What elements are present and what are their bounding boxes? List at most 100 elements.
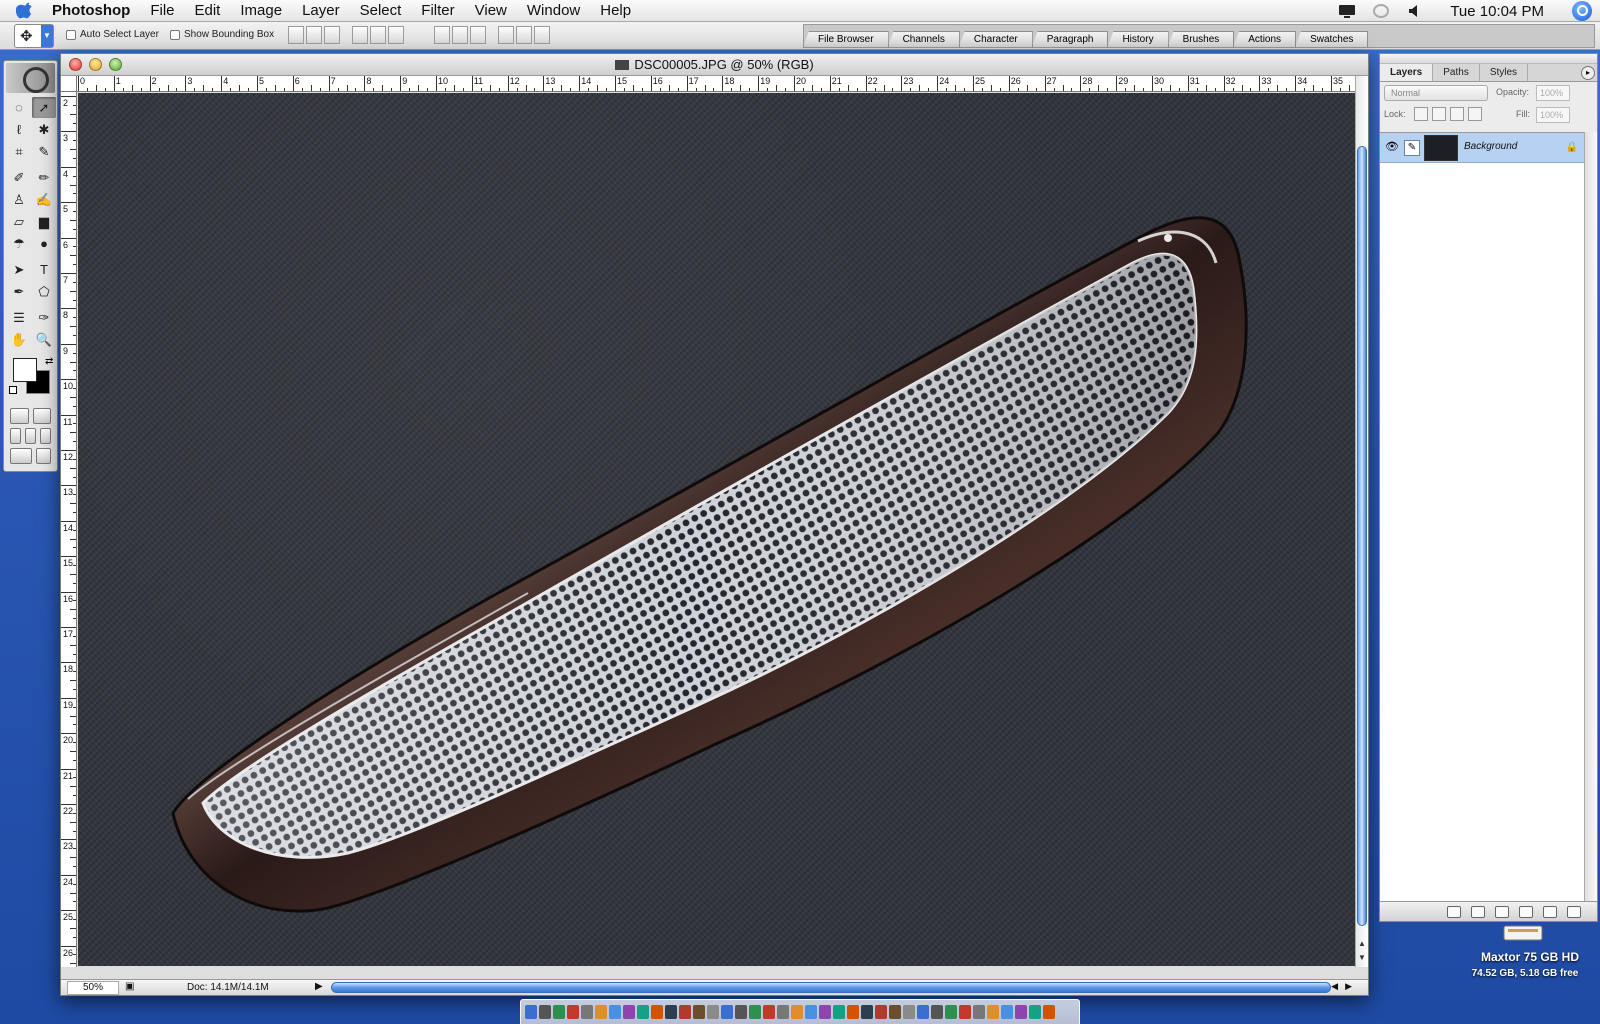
tool-preset-picker[interactable]: ✥ ▼ [14,24,54,48]
dock-app-icon[interactable] [987,1005,999,1019]
full-screen-menu-button[interactable] [25,428,36,444]
gradient-icon[interactable]: ▆ [32,211,56,232]
dock-app-icon[interactable] [805,1005,817,1019]
tab-history[interactable]: History [1107,31,1169,47]
app-menu[interactable]: Photoshop [52,2,130,19]
dock-app-icon[interactable] [693,1005,705,1019]
checkbox-box[interactable] [66,29,76,40]
lock-image-button[interactable] [1432,107,1446,121]
jump-to-imageready-button[interactable] [10,448,33,464]
swap-colors-icon[interactable]: ⇄ [45,356,53,367]
vertical-scroll-thumb[interactable] [1357,146,1367,926]
type-icon[interactable]: T [32,259,56,280]
horizontal-ruler[interactable]: 0 1 2 3 4 5 6 7 8 9 10 11 12 13 14 15 16 17 18 19 20 21 22 23 24… [77,76,1357,92]
dock-app-icon[interactable] [1015,1005,1027,1019]
layers-scrollbar[interactable] [1584,132,1597,902]
tab-file-browser[interactable]: File Browser [803,31,889,47]
dock-app-icon[interactable] [567,1005,579,1019]
tab-styles[interactable]: Styles [1480,64,1529,81]
dock-app-icon[interactable] [861,1005,873,1019]
brush-icon[interactable]: ✏ [32,167,56,188]
hand-icon[interactable]: ✋ [7,329,31,350]
menu-layer[interactable]: Layer [302,2,340,19]
dock-app-icon[interactable] [651,1005,663,1019]
dock-app-icon[interactable] [777,1005,789,1019]
zoom-field[interactable]: 50% [67,981,119,995]
photoshop-logo[interactable] [6,63,55,93]
tab-brushes[interactable]: Brushes [1167,31,1235,47]
distribute-right-button[interactable] [534,26,550,44]
eye-icon[interactable]: 👁 [1384,140,1400,156]
dock-app-icon[interactable] [679,1005,691,1019]
dock-app-icon[interactable] [609,1005,621,1019]
default-colors-icon[interactable] [9,386,17,394]
zoom-icon[interactable]: 🔍 [32,329,56,350]
distribute-vcenter-button[interactable] [452,26,468,44]
minimize-button[interactable] [89,58,102,71]
distribute-left-button[interactable] [498,26,514,44]
document-title-bar[interactable]: DSC00005.JPG @ 50% (RGB) [61,54,1368,76]
shape-icon[interactable]: ⬠ [32,281,56,302]
close-button[interactable] [69,58,82,71]
dock-app-icon[interactable] [581,1005,593,1019]
apple-menu-icon[interactable] [16,2,38,20]
dock-app-icon[interactable] [595,1005,607,1019]
zoom-button[interactable] [109,58,122,71]
menu-help[interactable]: Help [600,2,631,19]
tab-actions[interactable]: Actions [1233,31,1297,47]
standard-screen-button[interactable] [10,428,21,444]
tab-paragraph[interactable]: Paragraph [1031,31,1109,47]
menu-clock[interactable]: Tue 10:04 PM [1450,3,1544,20]
distribute-top-button[interactable] [434,26,450,44]
standard-mode-button[interactable] [10,408,29,424]
lock-position-button[interactable] [1450,107,1464,121]
menu-edit[interactable]: Edit [195,2,221,19]
layer-row-background[interactable]: 👁 ✎ Background 🔒 [1380,133,1584,163]
doc-size-info[interactable]: Doc: 14.1M/14.1M [187,982,269,993]
opacity-field[interactable]: 100% [1536,85,1570,101]
adjustment-layer-button[interactable] [1519,905,1533,918]
crop-icon[interactable]: ⌗ [7,141,31,162]
checkbox-box[interactable] [170,29,180,40]
dock-app-icon[interactable] [637,1005,649,1019]
align-bottom-button[interactable] [324,26,340,44]
dock-app-icon[interactable] [833,1005,845,1019]
dock-app-icon[interactable] [525,1005,537,1019]
move-icon[interactable]: ➚ [32,97,56,118]
menu-window[interactable]: Window [527,2,580,19]
notes-icon[interactable]: ☰ [7,307,31,328]
sync-icon[interactable] [1372,3,1390,19]
tab-channels[interactable]: Channels [887,31,960,47]
dock-app-icon[interactable] [791,1005,803,1019]
blend-mode-select[interactable]: Normal [1384,85,1488,101]
dock-app-icon[interactable] [889,1005,901,1019]
dock-app-icon[interactable] [819,1005,831,1019]
dock-app-icon[interactable] [917,1005,929,1019]
vertical-scrollbar[interactable]: ▲ ▼ [1355,76,1368,967]
palette-menu-icon[interactable]: ▸ [1581,66,1595,80]
dock-app-icon[interactable] [1043,1005,1055,1019]
dock-app-icon[interactable] [1001,1005,1013,1019]
auto-select-layer-checkbox[interactable]: Auto Select Layer [66,29,159,40]
brush-icon[interactable]: ✎ [1404,140,1420,156]
dock-app-icon[interactable] [539,1005,551,1019]
dock-app-icon[interactable] [707,1005,719,1019]
pen-icon[interactable]: ✒ [7,281,31,302]
dock-app-icon[interactable] [847,1005,859,1019]
scroll-right-arrow[interactable]: ▶ [1345,981,1352,992]
spotlight-icon[interactable] [1572,1,1592,21]
dock-app-icon[interactable] [735,1005,747,1019]
horizontal-scroll-thumb[interactable] [331,982,1331,993]
scroll-up-arrow[interactable]: ▲ [1356,939,1368,951]
scroll-down-arrow[interactable]: ▼ [1356,953,1368,965]
healing-brush-icon[interactable]: ✐ [7,167,31,188]
lasso-icon[interactable]: ℓ [7,119,31,140]
history-brush-icon[interactable]: ✍ [32,189,56,210]
dock-app-icon[interactable] [749,1005,761,1019]
align-top-button[interactable] [288,26,304,44]
vertical-ruler[interactable]: 2 3 4 5 6 7 8 9 10 11 12 13 14 15 16 17 18 19 20 21 22 23 24 25… [61,92,77,967]
dock-app-icon[interactable] [973,1005,985,1019]
menu-file[interactable]: File [150,2,174,19]
slice-icon[interactable]: ✎ [32,141,56,162]
lock-all-button[interactable] [1468,107,1482,121]
